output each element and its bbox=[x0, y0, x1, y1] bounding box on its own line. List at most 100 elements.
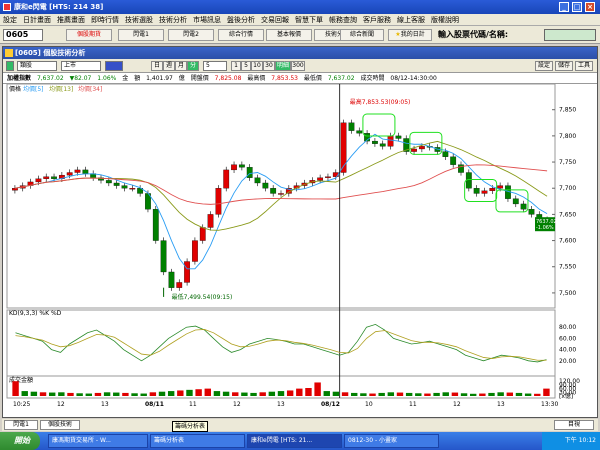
candle-body bbox=[512, 198, 519, 205]
market-select[interactable]: 上市 bbox=[61, 61, 101, 71]
close-button[interactable]: × bbox=[585, 2, 595, 12]
toolbar-button-quotes[interactable]: 綜合行情 bbox=[218, 29, 264, 41]
legend-ma13: 均價[13] bbox=[49, 85, 73, 93]
save-button[interactable]: 儲存 bbox=[555, 61, 573, 71]
volume-bar bbox=[149, 392, 157, 396]
toolbar-button-flash2[interactable]: 閃電2 bbox=[168, 29, 214, 41]
view-button[interactable]: 目視 bbox=[554, 420, 594, 430]
interval-select[interactable]: 5 bbox=[203, 61, 227, 71]
x-axis-label: 10 bbox=[365, 401, 373, 408]
candle-body bbox=[184, 261, 190, 283]
menu-item-1[interactable]: 日計畫面 bbox=[20, 14, 54, 26]
candle-body bbox=[160, 240, 167, 273]
menu-item-11[interactable]: 客戶服務 bbox=[360, 14, 394, 26]
menu-item-6[interactable]: 市場訊息 bbox=[190, 14, 224, 26]
candle-body bbox=[481, 190, 488, 194]
volume-bar bbox=[103, 392, 111, 396]
maximize-button[interactable]: □ bbox=[572, 2, 582, 12]
candle-body bbox=[152, 209, 159, 241]
menu-bar: 設定 日計畫面 推薦畫面 即時行情 技術選股 技術分析 市場訊息 盤後分析 交易回報 智慧下單 帳務… bbox=[0, 14, 600, 26]
volume-bar bbox=[222, 391, 230, 396]
menu-item-9[interactable]: 智慧下單 bbox=[292, 14, 326, 26]
volume-bar bbox=[204, 388, 211, 396]
candle-body bbox=[458, 164, 464, 173]
candle-body bbox=[113, 182, 120, 186]
menu-item-2[interactable]: 推薦畫面 bbox=[54, 14, 88, 26]
tools-button[interactable]: 工具 bbox=[575, 61, 593, 71]
start-button[interactable]: 開始 bbox=[0, 432, 40, 450]
menu-item-5[interactable]: 技術分析 bbox=[156, 14, 190, 26]
kd-legend: KD(9,3,3) %K %D bbox=[9, 310, 62, 317]
menu-item-0[interactable]: 設定 bbox=[0, 14, 20, 26]
period-week[interactable]: 週 bbox=[163, 61, 175, 71]
list-select[interactable] bbox=[105, 61, 123, 71]
interval-10[interactable]: 10 bbox=[251, 61, 263, 71]
interval-detail[interactable]: 明細 bbox=[275, 61, 291, 71]
task-chips[interactable]: 籌碼分析表 bbox=[150, 434, 245, 448]
interval-5[interactable]: 5 bbox=[241, 61, 251, 71]
taskbar-tooltip: 籌碼分析表 bbox=[172, 421, 209, 432]
main-toolbar: 0605 個股期貨 閃電1 閃電2 綜合行情 基本報價 技術分析 綜合新聞 ★我… bbox=[0, 26, 600, 44]
candle-body bbox=[176, 282, 183, 288]
candle-body bbox=[442, 151, 449, 157]
volume-bar bbox=[497, 392, 504, 396]
volume-bar bbox=[113, 392, 120, 396]
tab-flash1[interactable]: 閃電1 bbox=[4, 420, 38, 430]
interval-30[interactable]: 30 bbox=[263, 61, 275, 71]
candle-body bbox=[379, 143, 386, 147]
interval-300[interactable]: 300 bbox=[291, 61, 305, 71]
volume-bar bbox=[470, 393, 477, 396]
candle-body bbox=[207, 214, 214, 228]
volume-bar bbox=[39, 392, 47, 396]
menu-item-7[interactable]: 盤後分析 bbox=[224, 14, 258, 26]
interval-1[interactable]: 1 bbox=[231, 61, 241, 71]
x-axis-label: 12 bbox=[57, 401, 65, 408]
volume-bar bbox=[286, 390, 294, 396]
menu-item-8[interactable]: 交易回報 bbox=[258, 14, 292, 26]
volume-tick-label: [x億] bbox=[559, 392, 573, 400]
candle-body bbox=[270, 188, 277, 194]
toolbar-button-flash1[interactable]: 閃電1 bbox=[118, 29, 164, 41]
stock-code-field[interactable]: 0605 bbox=[3, 29, 43, 41]
kind-select[interactable]: 類股 bbox=[17, 61, 57, 71]
toolbar-button-news[interactable]: 綜合新聞 bbox=[340, 29, 384, 41]
search-label: 輸入股票代碼/名稱: bbox=[438, 30, 509, 39]
menu-item-12[interactable]: 線上客服 bbox=[394, 14, 428, 26]
kd-tick-label: 80.00 bbox=[559, 324, 576, 331]
volume-bar bbox=[351, 392, 358, 396]
price-tick-label: 7,600 bbox=[559, 238, 576, 245]
task-paint[interactable]: 0812-30 - 小畫家 bbox=[344, 434, 439, 448]
tab-tech-analysis[interactable]: 個股技術 bbox=[40, 420, 80, 430]
volume-bar bbox=[296, 388, 303, 396]
period-minute[interactable]: 分 bbox=[187, 61, 199, 71]
volume-bar bbox=[305, 388, 312, 396]
candle-body bbox=[51, 176, 57, 179]
menu-item-3[interactable]: 即時行情 bbox=[88, 14, 122, 26]
settings-button[interactable]: 設定 bbox=[535, 61, 553, 71]
task-kanghe[interactable]: 康和e閃電 [HTS: 21... bbox=[247, 434, 342, 448]
menu-item-10[interactable]: 帳務查詢 bbox=[326, 14, 360, 26]
period-month[interactable]: 月 bbox=[175, 61, 187, 71]
arrow-icon[interactable] bbox=[6, 61, 14, 71]
volume-bar bbox=[241, 392, 248, 396]
candle-body bbox=[74, 169, 81, 173]
minimize-button[interactable]: _ bbox=[559, 2, 569, 12]
stock-search-input[interactable] bbox=[544, 29, 596, 41]
x-axis-label: 13 bbox=[497, 401, 505, 408]
technical-chart[interactable]: 價格 均價[5] 均價[13] 均價[34] 7,850 7,800 7,750 7,700 7… bbox=[3, 84, 597, 418]
high-label: 最高價 bbox=[247, 75, 266, 82]
toolbar-button-futures[interactable]: 個股期貨 bbox=[66, 29, 112, 41]
child-title: [0605] 個股技術分析 bbox=[15, 49, 86, 57]
volume-bar bbox=[515, 392, 523, 396]
menu-item-13[interactable]: 版權說明 bbox=[428, 14, 462, 26]
task-futures[interactable]: 康馮期貨交易所 - W... bbox=[48, 434, 148, 448]
toolbar-button-my-plan[interactable]: ★我的日計 bbox=[388, 29, 432, 41]
toolbar-button-basic-quote[interactable]: 基本報價 bbox=[266, 29, 312, 41]
menu-item-4[interactable]: 技術選股 bbox=[122, 14, 156, 26]
period-day[interactable]: 日 bbox=[151, 61, 163, 71]
x-axis-label: 08/12 bbox=[321, 401, 340, 408]
candle-body bbox=[238, 164, 245, 168]
taskbar: 開始 康馮期貨交易所 - W... 籌碼分析表 康和e閃電 [HTS: 21..… bbox=[0, 432, 600, 450]
price-tick-label: 7,800 bbox=[559, 133, 576, 140]
volume-bar bbox=[85, 393, 92, 396]
